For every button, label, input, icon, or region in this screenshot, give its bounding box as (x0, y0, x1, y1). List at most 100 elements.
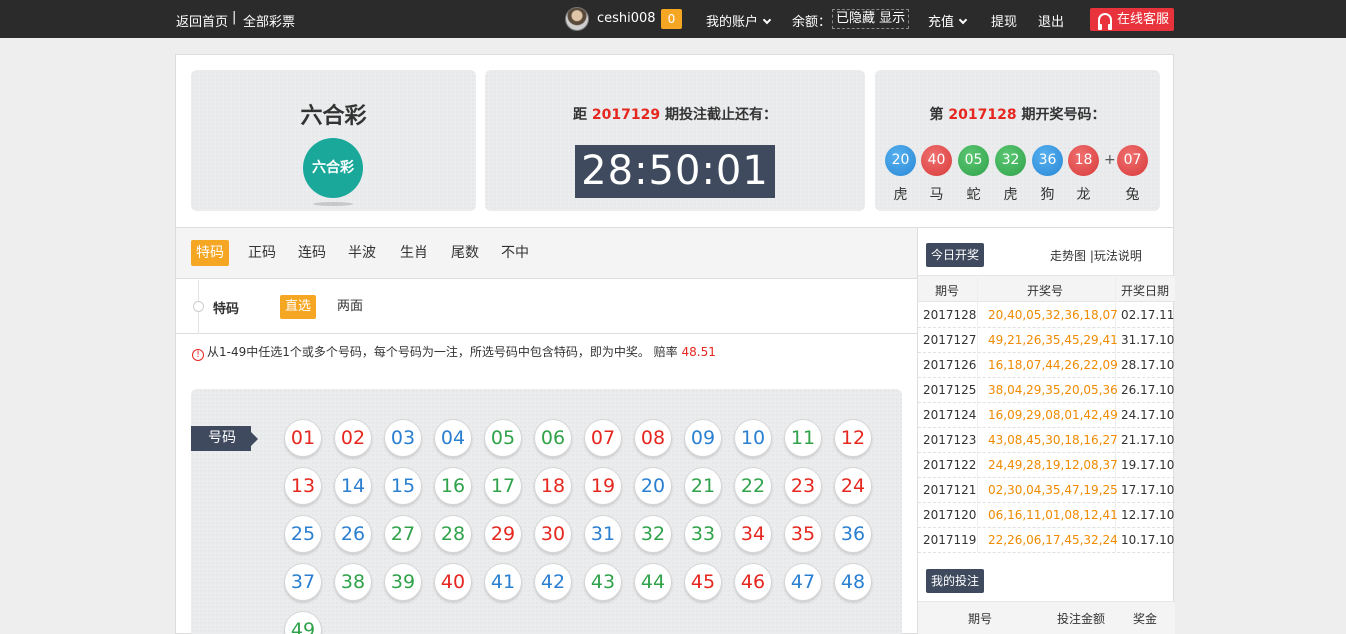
number-ball[interactable]: 31 (584, 515, 622, 553)
tab-play-type[interactable]: 特码 (191, 240, 229, 266)
number-ball[interactable]: 07 (584, 419, 622, 457)
last-draw-prefix: 第 (929, 107, 944, 123)
row-numbers: 02,30,04,35,47,19,25 (988, 483, 1118, 497)
rules-link[interactable]: 玩法说明 (1094, 249, 1142, 263)
col-date: 开奖日期 (1121, 284, 1170, 298)
number-ball[interactable]: 06 (534, 419, 572, 457)
logout-link[interactable]: 退出 (1038, 11, 1064, 30)
number-ball[interactable]: 25 (284, 515, 322, 553)
trend-chart-link[interactable]: 走势图 (1050, 249, 1086, 263)
draw-history-row: 2017123 43,08,45,30,18,16,27 21.17.10 (918, 428, 1175, 453)
draw-history-row: 2017125 38,04,29,35,20,05,36 26.17.10 (918, 378, 1175, 403)
online-service-button[interactable]: 在线客服 (1090, 8, 1174, 31)
number-ball[interactable]: 05 (484, 419, 522, 457)
row-numbers: 20,40,05,32,36,18,07 (988, 308, 1118, 322)
row-date: 24.17.10 (1121, 408, 1175, 422)
number-ball[interactable]: 04 (434, 419, 472, 457)
option-two-sides[interactable]: 两面 (332, 295, 368, 319)
number-ball[interactable]: 12 (834, 419, 872, 457)
number-ball[interactable]: 36 (834, 515, 872, 553)
my-account-menu[interactable]: 我的账户 (706, 11, 772, 30)
number-ball[interactable]: 37 (284, 563, 322, 601)
number-ball[interactable]: 01 (284, 419, 322, 457)
row-period: 2017119 (923, 533, 977, 547)
tab-play-type[interactable]: 正码 (243, 240, 281, 266)
draw-ball: 20 (885, 145, 916, 176)
number-ball[interactable]: 26 (334, 515, 372, 553)
number-ball[interactable]: 47 (784, 563, 822, 601)
number-ball[interactable]: 03 (384, 419, 422, 457)
number-ball[interactable]: 13 (284, 467, 322, 505)
number-ball[interactable]: 27 (384, 515, 422, 553)
play-type-tabs: 特码 正码 连码 半波 生肖 尾数 不中 (176, 228, 917, 279)
number-ball[interactable]: 08 (634, 419, 672, 457)
number-ball[interactable]: 41 (484, 563, 522, 601)
tab-play-type[interactable]: 不中 (496, 240, 534, 266)
row-numbers: 43,08,45,30,18,16,27 (988, 433, 1118, 447)
number-ball[interactable]: 24 (834, 467, 872, 505)
username[interactable]: ceshi008 (597, 11, 656, 26)
number-ball[interactable]: 02 (334, 419, 372, 457)
number-ball[interactable]: 20 (634, 467, 672, 505)
number-ball[interactable]: 42 (534, 563, 572, 601)
number-ball[interactable]: 11 (784, 419, 822, 457)
main-container: 六合彩 六合彩 距 2017129 期投注截止还有： 28:50:01 第 20… (175, 54, 1175, 634)
withdraw-link[interactable]: 提现 (991, 11, 1017, 30)
my-bets-button[interactable]: 我的投注 (926, 569, 985, 593)
zodiac-label: 兔 (1125, 187, 1140, 203)
number-ball[interactable]: 46 (734, 563, 772, 601)
number-ball[interactable]: 19 (584, 467, 622, 505)
number-ball[interactable]: 30 (534, 515, 572, 553)
recharge-label: 充值 (928, 15, 955, 30)
home-link[interactable]: 返回首页 (176, 11, 228, 30)
message-count-badge[interactable]: 0 (661, 9, 682, 29)
number-ball[interactable]: 16 (434, 467, 472, 505)
number-ball[interactable]: 35 (784, 515, 822, 553)
balance-toggle[interactable]: 已隐藏 显示 (832, 9, 910, 29)
headset-icon (1098, 13, 1112, 30)
row-numbers: 49,21,26,35,45,29,41 (988, 333, 1118, 347)
draw-history-row: 2017119 22,26,06,17,45,32,24 10.17.10 (918, 528, 1175, 553)
number-ball[interactable]: 09 (684, 419, 722, 457)
number-ball[interactable]: 10 (734, 419, 772, 457)
zodiac-label: 狗 (1040, 187, 1055, 203)
number-ball[interactable]: 15 (384, 467, 422, 505)
avatar[interactable] (565, 7, 589, 31)
option-direct[interactable]: 直选 (280, 295, 317, 319)
lottery-title: 六合彩 (300, 104, 367, 129)
lottery-logo: 六合彩 (303, 138, 363, 198)
tab-play-type[interactable]: 生肖 (395, 240, 433, 266)
number-ball[interactable]: 38 (334, 563, 372, 601)
draw-ball: 32 (995, 145, 1026, 176)
number-ball[interactable]: 21 (684, 467, 722, 505)
recharge-menu[interactable]: 充值 (928, 11, 968, 30)
number-ball[interactable]: 22 (734, 467, 772, 505)
col-prize: 奖金 (1133, 612, 1158, 626)
number-ball[interactable]: 17 (484, 467, 522, 505)
tab-play-type[interactable]: 连码 (293, 240, 331, 266)
number-ball[interactable]: 44 (634, 563, 672, 601)
number-ball[interactable]: 29 (484, 515, 522, 553)
countdown-prefix: 距 (573, 107, 588, 123)
number-ball[interactable]: 14 (334, 467, 372, 505)
number-ball[interactable]: 43 (584, 563, 622, 601)
row-period: 2017128 (923, 308, 977, 322)
number-ball[interactable]: 28 (434, 515, 472, 553)
number-ball[interactable]: 34 (734, 515, 772, 553)
number-ball[interactable]: 23 (784, 467, 822, 505)
tab-play-type[interactable]: 半波 (343, 240, 381, 266)
number-ball[interactable]: 40 (434, 563, 472, 601)
number-ball[interactable]: 49 (284, 611, 322, 634)
number-ball[interactable]: 39 (384, 563, 422, 601)
today-draw-button[interactable]: 今日开奖 (926, 243, 985, 267)
number-ball[interactable]: 45 (684, 563, 722, 601)
number-ball[interactable]: 33 (684, 515, 722, 553)
number-ball[interactable]: 32 (634, 515, 672, 553)
balance-show-link[interactable]: 显示 (879, 11, 905, 26)
number-ball[interactable]: 18 (534, 467, 572, 505)
all-lottery-link[interactable]: 全部彩票 (243, 11, 295, 30)
draw-history-row: 2017127 49,21,26,35,45,29,41 31.17.10 (918, 328, 1175, 353)
number-ball[interactable]: 48 (834, 563, 872, 601)
tab-play-type[interactable]: 尾数 (446, 240, 484, 266)
row-date: 10.17.10 (1121, 533, 1175, 547)
